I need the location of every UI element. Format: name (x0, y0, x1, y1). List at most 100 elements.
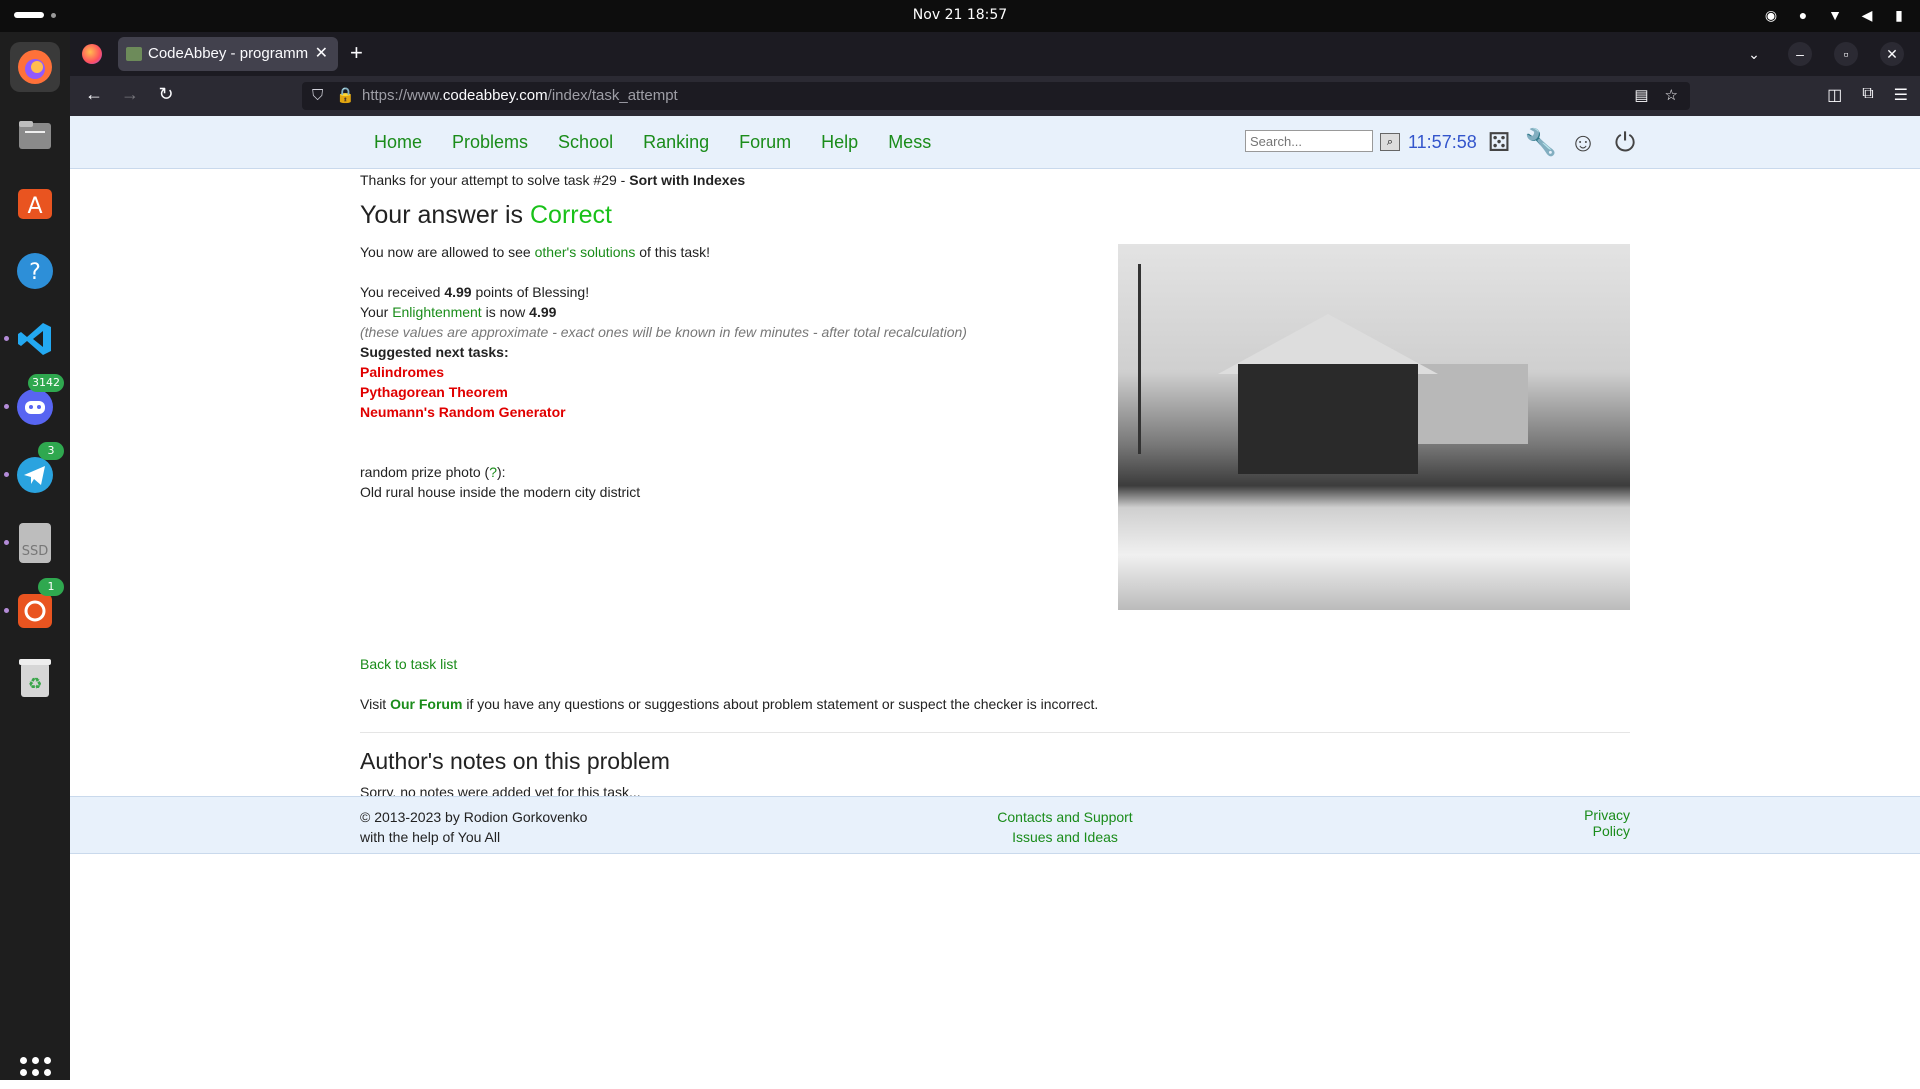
header-icons: ⚄ 🔧 ☺ ⏻ (1482, 126, 1642, 158)
answer-status: Correct (530, 201, 612, 229)
approximate-note: (these values are approximate - exact on… (360, 324, 967, 340)
site-header: Home Problems School Ranking Forum Help … (70, 116, 1920, 169)
menu-forum[interactable]: Forum (739, 132, 791, 153)
codeabbey-favicon (126, 47, 142, 61)
svg-text:?: ? (29, 260, 41, 285)
restore-button[interactable]: ▫ (1834, 42, 1858, 66)
address-bar[interactable]: ⛉ 🔒 https://www.codeabbey.com/index/task… (302, 82, 1690, 110)
system-top-bar: Nov 21 18:57 ◉ ● ▼ ◀ ▮ (0, 0, 1920, 32)
issues-ideas-link[interactable]: Issues and Ideas (1012, 829, 1118, 845)
back-to-task-list-link[interactable]: Back to task list (360, 656, 457, 672)
forward-button[interactable]: → (118, 84, 142, 105)
menu-school[interactable]: School (558, 132, 613, 153)
discord-badge: 3142 (28, 374, 64, 392)
lock-icon[interactable]: 🔒 (336, 82, 355, 110)
contacts-support-link[interactable]: Contacts and Support (997, 809, 1132, 825)
privacy-policy-link[interactable]: Privacy Policy (1584, 807, 1630, 839)
tab-title: CodeAbbey - programmi (148, 45, 308, 62)
trash-dock-icon[interactable]: ♻ (10, 654, 60, 704)
copyright-text: © 2013-2023 by Rodion Gorkovenko (360, 809, 588, 825)
discord-tray-icon[interactable]: ◉ (1762, 6, 1780, 24)
browser-tab-codeabbey[interactable]: CodeAbbey - programmi ✕ (118, 37, 338, 71)
suggested-task-link[interactable]: Pythagorean Theorem (360, 384, 508, 400)
running-indicator (4, 472, 9, 477)
footer-links: Contacts and Support Issues and Ideas (930, 807, 1200, 847)
discord-dock-icon[interactable]: 3142 (4, 374, 64, 432)
firefox-view-icon[interactable] (82, 44, 102, 64)
suggested-task-link[interactable]: Palindromes (360, 364, 444, 380)
chrome-tray-icon[interactable]: ● (1794, 6, 1812, 24)
divider (360, 732, 1630, 733)
volume-icon[interactable]: ◀ (1858, 6, 1876, 24)
power-logout-icon[interactable]: ⏻ (1608, 126, 1642, 158)
prize-photo-info: random prize photo (?): Old rural house … (360, 464, 641, 500)
url-text[interactable]: https://www.codeabbey.com/index/task_att… (362, 82, 678, 110)
wifi-icon[interactable]: ▼ (1826, 6, 1844, 24)
enlightenment-value: 4.99 (529, 304, 557, 320)
dice-icon[interactable]: ⚄ (1482, 126, 1516, 158)
task-name: Sort with Indexes (629, 172, 746, 188)
our-forum-link[interactable]: Our Forum (390, 696, 462, 712)
running-indicator (4, 608, 9, 613)
list-tabs-icon[interactable]: ⌄ (1742, 42, 1766, 66)
site-search-input[interactable] (1245, 130, 1373, 152)
app-menu-icon[interactable]: ☰ (1894, 85, 1908, 105)
browser-nav-bar: ← → ↻ ⛉ 🔒 https://www.codeabbey.com/inde… (70, 76, 1920, 116)
site-footer: © 2013-2023 by Rodion Gorkovenko with th… (70, 796, 1920, 854)
suggested-title: Suggested next tasks: (360, 344, 509, 360)
photo-apartment-building (1408, 364, 1528, 444)
new-tab-button[interactable]: + (350, 40, 363, 66)
running-indicator (4, 540, 9, 545)
system-clock[interactable]: Nov 21 18:57 (0, 7, 1920, 23)
reader-view-icon[interactable]: ▤ (1634, 82, 1648, 110)
points-value: 4.99 (444, 284, 472, 300)
wrench-icon[interactable]: 🔧 (1524, 126, 1558, 158)
ssd-drive-dock-icon[interactable]: SSD (4, 518, 60, 568)
footer-copyright: © 2013-2023 by Rodion Gorkovenko with th… (360, 807, 587, 847)
close-tab-icon[interactable]: ✕ (315, 37, 328, 71)
menu-help[interactable]: Help (821, 132, 858, 153)
enlightenment-link[interactable]: Enlightenment (392, 304, 482, 320)
back-button[interactable]: ← (82, 84, 106, 105)
photo-help-link[interactable]: ? (489, 464, 497, 480)
browser-tab-strip: CodeAbbey - programmi ✕ + ⌄ – ▫ ✕ (70, 32, 1920, 76)
url-actions: ▤ ☆ (1634, 82, 1678, 110)
menu-home[interactable]: Home (374, 132, 422, 153)
toolbar-actions: ◫ ⧉ ☰ (1827, 85, 1908, 105)
battery-icon[interactable]: ▮ (1890, 6, 1908, 24)
svg-text:A: A (27, 194, 42, 219)
firefox-dock-icon[interactable] (10, 42, 60, 92)
menu-ranking[interactable]: Ranking (643, 132, 709, 153)
menu-mess[interactable]: Mess (888, 132, 931, 153)
menu-problems[interactable]: Problems (452, 132, 528, 153)
ubuntu-software-dock-icon[interactable]: 1 (4, 578, 64, 636)
system-tray[interactable]: ◉ ● ▼ ◀ ▮ (1762, 6, 1908, 24)
web-page: Home Problems School Ranking Forum Help … (70, 116, 1920, 1080)
help-credit-text: with the help of You All (360, 829, 501, 845)
telegram-badge: 3 (38, 442, 64, 460)
minimize-button[interactable]: – (1788, 42, 1812, 66)
pocket-icon[interactable]: ◫ (1827, 85, 1842, 105)
answer-heading: Your answer is Correct (360, 201, 612, 229)
bookmark-star-icon[interactable]: ☆ (1665, 82, 1678, 110)
suggested-task-link[interactable]: Neumann's Random Generator (360, 404, 566, 420)
show-apps-button[interactable] (20, 1057, 52, 1089)
tracking-shield-icon[interactable]: ⛉ (312, 82, 323, 110)
help-dock-icon[interactable]: ? (10, 246, 60, 296)
close-window-button[interactable]: ✕ (1880, 42, 1904, 66)
user-profile-icon[interactable]: ☺ (1566, 126, 1600, 158)
ubuntu-software-badge: 1 (38, 578, 64, 596)
author-notes-title: Author's notes on this problem (360, 748, 670, 774)
solutions-notice: You now are allowed to see other's solut… (360, 244, 711, 260)
telegram-dock-icon[interactable]: 3 (4, 442, 64, 500)
reload-button[interactable]: ↻ (154, 84, 178, 105)
search-magnifier-icon[interactable]: ⌕ (1380, 133, 1400, 151)
files-dock-icon[interactable] (10, 110, 60, 160)
thanks-message: Thanks for your attempt to solve task #2… (360, 172, 746, 188)
others-solutions-link[interactable]: other's solutions (535, 244, 636, 260)
photo-caption: Old rural house inside the modern city d… (360, 484, 641, 500)
photo-house (1238, 364, 1418, 474)
app-center-dock-icon[interactable]: A (10, 178, 60, 228)
extensions-icon[interactable]: ⧉ (1862, 85, 1873, 105)
vscode-dock-icon[interactable] (4, 314, 60, 364)
